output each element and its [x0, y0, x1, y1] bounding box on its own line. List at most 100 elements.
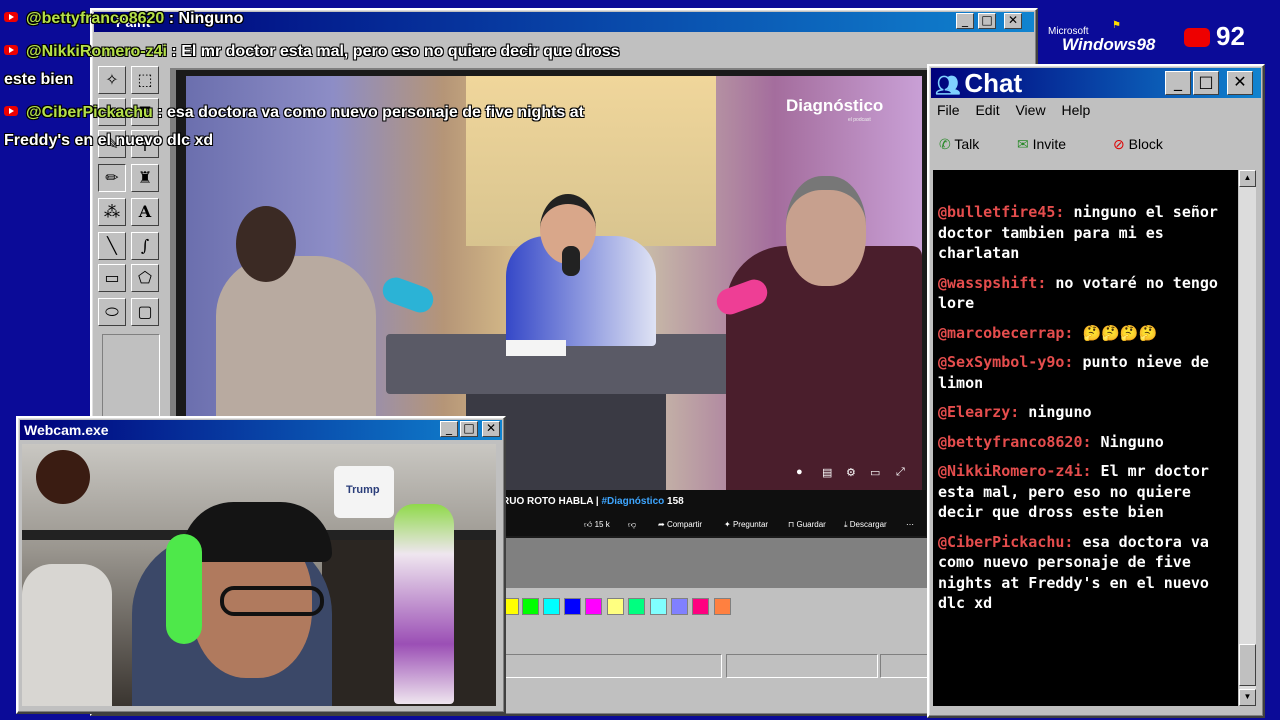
share-button[interactable]: ➦ Compartir	[658, 516, 702, 534]
color-swatch[interactable]	[522, 598, 539, 615]
rounded-rect-icon[interactable]: ▢	[131, 298, 159, 326]
color-swatch[interactable]	[564, 598, 581, 615]
video-meta: RUO ROTO HABLA | #Diagnóstico 158 👍︎ 15 …	[500, 490, 926, 536]
player-controls: ● ▤ ⚙ ▭ ⤢	[786, 466, 916, 482]
menu-help[interactable]: Help	[1061, 102, 1090, 118]
video-title: RUO ROTO HABLA | #Diagnóstico 158	[502, 496, 684, 507]
block-button[interactable]: ⊘ Block	[1113, 136, 1163, 153]
chat-scrollbar[interactable]: ▲ ▼	[1239, 170, 1256, 706]
youtube-icon	[1184, 28, 1210, 47]
invite-button[interactable]: ✉ Invite	[1017, 136, 1066, 153]
toy-figure	[36, 450, 90, 504]
youtube-icon	[4, 45, 18, 55]
talk-button[interactable]: ✆ Talk	[939, 136, 979, 153]
menu-view[interactable]: View	[1015, 102, 1045, 118]
megaphone-icon: ✆	[939, 136, 951, 152]
block-icon: ⊘	[1113, 136, 1125, 152]
windows-flag-icon: ⚑	[1112, 20, 1121, 31]
podcast-brand-sub: el podcast	[848, 117, 871, 123]
chat-menubar: File Edit View Help	[937, 102, 1102, 118]
guest-right-head	[786, 176, 866, 286]
menu-edit[interactable]: Edit	[975, 102, 999, 118]
minimize-button[interactable]: _	[956, 13, 974, 29]
chat-title: Chat	[964, 68, 1023, 98]
sparkle-icon: ✦	[724, 520, 731, 529]
overlay-message-cont: este bien	[4, 71, 74, 88]
webcam-feed: Trump	[22, 444, 496, 706]
text-icon[interactable]: A	[131, 198, 159, 226]
chat-message-list[interactable]: @bulletfire45: ninguno el señor doctor t…	[933, 170, 1238, 706]
line-icon[interactable]: ╲	[98, 232, 126, 260]
curve-icon[interactable]: ∫	[131, 232, 159, 260]
color-swatch[interactable]	[585, 598, 602, 615]
ellipse-icon[interactable]: ⬭	[98, 298, 126, 326]
color-swatch[interactable]	[671, 598, 688, 615]
overlay-message: @CiberPickachu : esa doctora va como nue…	[4, 104, 584, 122]
airbrush-icon[interactable]: ⁂	[98, 198, 126, 226]
bookmark-icon: ⊓	[788, 520, 795, 529]
subtitles-icon[interactable]: ▤	[822, 466, 832, 479]
scroll-up-button[interactable]: ▲	[1239, 170, 1256, 187]
fullscreen-icon[interactable]: ⤢	[896, 466, 905, 479]
maximize-button[interactable]: □	[1193, 71, 1219, 95]
thumbs-up-icon: 👍︎	[584, 520, 593, 529]
save-button[interactable]: ⊓ Guardar	[788, 516, 826, 534]
scroll-down-button[interactable]: ▼	[1239, 689, 1256, 706]
overlay-message: @bettyfranco8620 : Ninguno	[4, 10, 243, 28]
settings-icon[interactable]: ⚙	[846, 466, 856, 479]
headphones	[166, 534, 202, 644]
theater-icon[interactable]: ▭	[870, 466, 880, 479]
brush-icon[interactable]: ♜	[131, 164, 159, 192]
color-swatch[interactable]	[607, 598, 624, 615]
webcam-titlebar[interactable]: Webcam.exe	[20, 420, 502, 440]
chat-message: @bettyfranco8620: Ninguno	[938, 432, 1164, 451]
ask-button[interactable]: ✦ Preguntar	[724, 516, 768, 534]
color-swatch[interactable]	[650, 598, 667, 615]
chat-message: @wasspshift: no votaré no tengo lore	[938, 273, 1218, 313]
color-swatch[interactable]	[628, 598, 645, 615]
download-icon: ⤓	[844, 520, 848, 529]
color-swatch[interactable]	[714, 598, 731, 615]
viewer-counter: 92	[1184, 20, 1245, 52]
menu-file[interactable]: File	[937, 102, 960, 118]
autoplay-icon[interactable]: ●	[796, 466, 803, 478]
rectangle-icon[interactable]: ▭	[98, 264, 126, 292]
like-button[interactable]: 👍︎ 15 k	[584, 516, 610, 534]
more-button[interactable]: ⋯	[906, 516, 914, 534]
rect-select-icon[interactable]: ⬚	[131, 66, 159, 94]
free-select-icon[interactable]: ✧	[98, 66, 126, 94]
download-button[interactable]: ⤓ Descargar	[844, 516, 887, 534]
close-button[interactable]: ✕	[1227, 71, 1253, 95]
polygon-icon[interactable]: ⬠	[131, 264, 159, 292]
maximize-button[interactable]: □	[978, 13, 996, 29]
minimize-button[interactable]: _	[1165, 71, 1191, 95]
color-swatch[interactable]	[543, 598, 560, 615]
thumbs-down-icon: 👎︎	[628, 520, 637, 529]
invite-icon: ✉	[1017, 136, 1029, 152]
minimize-button[interactable]: _	[440, 421, 458, 437]
scroll-thumb[interactable]	[1239, 644, 1256, 686]
pencil-icon[interactable]: ✏	[98, 164, 126, 192]
people-icon: 👥︎	[935, 75, 961, 97]
paper	[506, 340, 566, 356]
close-button[interactable]: ✕	[482, 421, 500, 437]
chat-message: @Elearzy: ninguno	[938, 403, 1092, 421]
chat-message: @NikkiRomero-z4i: El mr doctor esta mal,…	[938, 462, 1209, 521]
youtube-icon	[4, 12, 18, 22]
dislike-button[interactable]: 👎︎	[628, 516, 636, 534]
chair	[22, 564, 112, 706]
close-button[interactable]: ✕	[1004, 13, 1022, 29]
podcast-brand: Diagnóstico	[786, 96, 884, 115]
chat-message: @marcobecerrap: 🤔🤔🤔🤔	[938, 323, 1158, 342]
hashtag-link[interactable]: #Diagnóstico	[601, 496, 664, 507]
maximize-button[interactable]: □	[460, 421, 478, 437]
tool-options	[102, 334, 160, 420]
cap	[182, 502, 332, 562]
glasses	[220, 586, 324, 616]
chat-message: @CiberPickachu: esa doctora va como nuev…	[938, 532, 1209, 613]
joker-figure	[394, 504, 454, 704]
webcam-window: Webcam.exe _ □ ✕ Trump	[16, 416, 506, 714]
mic-host	[562, 246, 580, 276]
chat-message: @SexSymbol-y9o: punto nieve de limon	[938, 353, 1209, 392]
color-swatch[interactable]	[692, 598, 709, 615]
